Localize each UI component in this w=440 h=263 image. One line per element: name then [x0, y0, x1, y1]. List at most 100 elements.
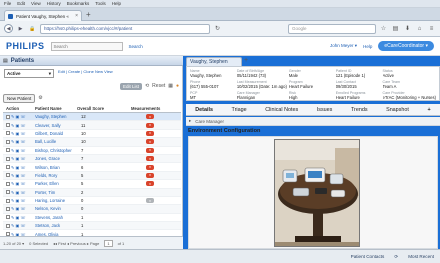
- table-row[interactable]: ✎ ▣ ☏ Bishop, Christopher 7 ✕: [3, 147, 181, 155]
- col-action[interactable]: Action: [3, 106, 35, 112]
- forward-arrow-icon[interactable]: ▶: [16, 24, 25, 33]
- view-icon[interactable]: ▣: [16, 190, 20, 195]
- alert-badge-icon[interactable]: ✕: [146, 114, 154, 120]
- edit-icon[interactable]: ✎: [11, 215, 15, 220]
- back-arrow-icon[interactable]: ◀: [4, 24, 13, 33]
- patient-name-link[interactable]: Bishop, Christopher: [35, 148, 77, 153]
- edit-icon[interactable]: ✎: [11, 139, 15, 144]
- phone-icon[interactable]: ☏: [20, 165, 25, 170]
- collapse-icon[interactable]: ▤: [3, 58, 8, 64]
- add-patient-tab-button[interactable]: +: [244, 57, 248, 64]
- browser-search-input[interactable]: Google: [288, 23, 376, 34]
- tab-snapshot[interactable]: Snapshot: [386, 107, 409, 113]
- row-actions[interactable]: ✎ ▣ ☏: [3, 223, 35, 228]
- col-measurements[interactable]: Measurements: [131, 106, 169, 112]
- row-actions[interactable]: ✎ ▣ ☏: [3, 198, 35, 203]
- page-number[interactable]: 1: [104, 239, 113, 247]
- row-actions[interactable]: ✎ ▣ ☏: [3, 206, 35, 211]
- close-tab-icon[interactable]: ×: [75, 13, 78, 19]
- view-icon[interactable]: ▣: [16, 181, 20, 186]
- alert-badge-icon[interactable]: ✕: [146, 139, 154, 145]
- view-icon[interactable]: ▣: [16, 123, 20, 128]
- phone-icon[interactable]: ☏: [20, 148, 25, 153]
- view-links[interactable]: Edit | Create | Clone New View: [58, 69, 113, 74]
- view-icon[interactable]: ▣: [16, 156, 20, 161]
- row-actions[interactable]: ✎ ▣ ☏: [3, 156, 35, 161]
- menu-view[interactable]: View: [31, 1, 41, 6]
- ecarecoordinator-button[interactable]: eCareCoordinator ▾: [378, 41, 434, 51]
- checkbox[interactable]: [6, 165, 10, 170]
- patient-tab[interactable]: Vaughy, Stephen: [186, 57, 242, 66]
- reload-icon[interactable]: ↻: [213, 24, 222, 33]
- table-row[interactable]: ✎ ▣ ☏ Parker, Ellen 5 ✕: [3, 180, 181, 189]
- user-menu[interactable]: John Meyer ▾: [330, 43, 357, 49]
- checkbox[interactable]: [6, 190, 10, 195]
- row-actions[interactable]: ✎ ▣ ☏: [3, 215, 35, 220]
- edit-icon[interactable]: ✎: [11, 148, 15, 153]
- phone-icon[interactable]: ☏: [20, 198, 25, 203]
- checkbox[interactable]: [6, 139, 10, 144]
- alert-badge-icon[interactable]: ✕: [146, 122, 154, 128]
- view-filter-select[interactable]: Active ▾: [4, 69, 54, 78]
- edit-icon[interactable]: ✎: [11, 181, 15, 186]
- patient-name-link[interactable]: Jones, Grace: [35, 156, 77, 161]
- expand-icon[interactable]: ▸: [189, 118, 191, 124]
- alert-badge-icon[interactable]: ✕: [146, 156, 154, 162]
- patient-contacts-link[interactable]: Patient Contacts: [351, 254, 385, 259]
- table-row[interactable]: ✎ ▣ ☏ Stetson, Jack 1: [3, 222, 181, 231]
- bookmarks-icon[interactable]: ▤: [391, 24, 400, 33]
- settings-icon[interactable]: ⚙: [38, 95, 42, 101]
- table-row[interactable]: ✎ ▣ ☏ Porter, Tim 2: [3, 188, 181, 197]
- view-icon[interactable]: ▣: [16, 131, 20, 136]
- menu-tools[interactable]: Tools: [95, 1, 106, 6]
- checkbox[interactable]: [6, 206, 10, 211]
- download-icon[interactable]: ⬇: [403, 24, 412, 33]
- edit-icon[interactable]: ✎: [11, 173, 15, 178]
- reset-link[interactable]: Reset: [152, 83, 165, 89]
- table-row[interactable]: ✎ ▣ ☏ Stevens, Jarah 1: [3, 214, 181, 223]
- tab-triage[interactable]: Triage: [232, 107, 247, 113]
- patient-name-link[interactable]: Stevens, Jarah: [35, 215, 77, 220]
- edit-icon[interactable]: ✎: [11, 156, 15, 161]
- home-icon[interactable]: ⌂: [415, 24, 424, 33]
- most-recent-link[interactable]: Most Recent: [408, 254, 434, 259]
- phone-icon[interactable]: ☏: [20, 173, 25, 178]
- tab-details[interactable]: Details: [195, 107, 213, 113]
- menu-help[interactable]: Help: [112, 1, 121, 6]
- patient-name-link[interactable]: Fields, Rory: [35, 173, 77, 178]
- tab-trends[interactable]: Trends: [351, 107, 368, 113]
- patient-search-input[interactable]: Search: [50, 41, 123, 51]
- phone-icon[interactable]: ☏: [20, 123, 25, 128]
- star-icon[interactable]: ☆: [379, 24, 388, 33]
- alert-icon[interactable]: ●: [176, 83, 179, 89]
- export-icon[interactable]: ▦: [168, 83, 173, 89]
- row-actions[interactable]: ✎ ▣ ☏: [3, 139, 35, 144]
- alert-badge-icon[interactable]: ✕: [146, 147, 154, 153]
- row-actions[interactable]: ✎ ▣ ☏: [3, 181, 35, 186]
- view-icon[interactable]: ▣: [16, 165, 20, 170]
- edit-icon[interactable]: ✎: [11, 190, 15, 195]
- checkbox[interactable]: [6, 181, 10, 186]
- search-button[interactable]: Search: [129, 44, 143, 49]
- table-row[interactable]: ✎ ▣ ☏ Haring, Lorraine 0 ✕: [3, 197, 181, 206]
- checkbox[interactable]: [6, 215, 10, 220]
- table-row[interactable]: ✎ ▣ ☏ Vaughy, Stephen 12 ✕: [3, 113, 181, 122]
- browser-tab[interactable]: Patient Vaughy, Stephen « ×: [4, 10, 82, 21]
- alert-badge-icon[interactable]: ✕: [146, 130, 154, 136]
- patient-name-link[interactable]: Porter, Tim: [35, 190, 77, 195]
- edit-icon[interactable]: ✎: [11, 165, 15, 170]
- patient-name-link[interactable]: Stetson, Jack: [35, 223, 77, 228]
- phone-icon[interactable]: ☏: [20, 223, 25, 228]
- col-patient-name[interactable]: Patient Name: [35, 106, 77, 112]
- view-icon[interactable]: ▣: [16, 206, 20, 211]
- checkbox[interactable]: [6, 198, 10, 203]
- row-actions[interactable]: ✎ ▣ ☏: [3, 131, 35, 136]
- patient-name-link[interactable]: Haring, Lorraine: [35, 198, 77, 203]
- tab-clinical-notes[interactable]: Clinical Notes: [265, 107, 298, 113]
- row-actions[interactable]: ✎ ▣ ☏: [3, 114, 35, 119]
- alert-badge-icon[interactable]: ✕: [146, 172, 154, 178]
- checkbox[interactable]: [6, 131, 10, 136]
- table-row[interactable]: ✎ ▣ ☏ Gilbert, Donald 10 ✕: [3, 130, 181, 139]
- reset-icon[interactable]: ⟲: [145, 83, 149, 89]
- table-row[interactable]: ✎ ▣ ☏ Fields, Rory 5 ✕: [3, 171, 181, 181]
